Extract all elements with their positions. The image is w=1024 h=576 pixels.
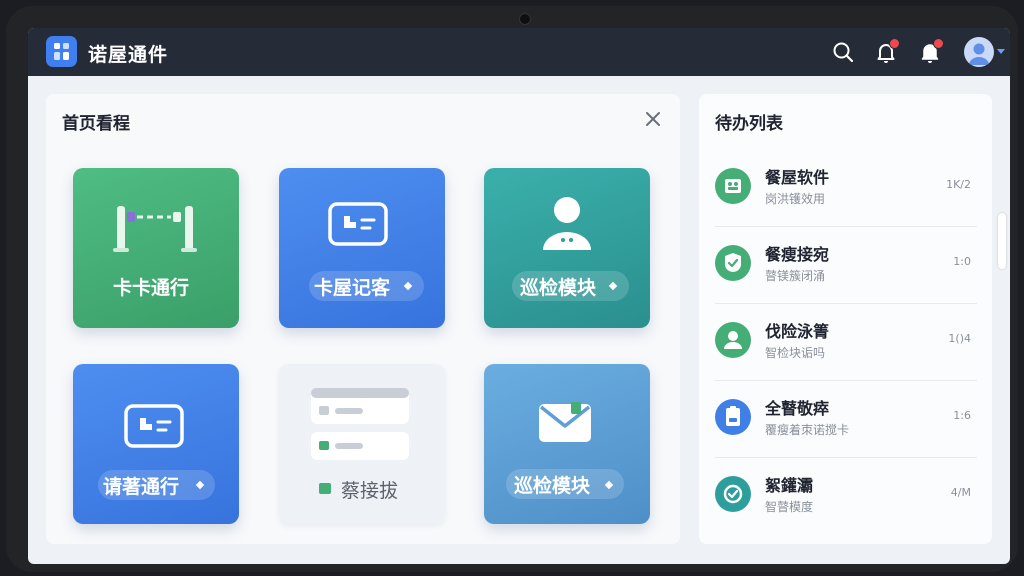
tile-list-module[interactable]: 蔡接拔	[279, 364, 445, 524]
tile-label: 卡卡通行	[113, 277, 190, 299]
team-icon	[715, 168, 751, 204]
top-bar: 诺屋通件	[28, 28, 1010, 76]
home-board-panel: 首页看程 卡卡通行 卡屋记客 巡检模块 请著通行 蔡接拔 巡检模块	[46, 94, 680, 544]
search-icon[interactable]	[831, 40, 855, 64]
notification-bell-icon[interactable]	[874, 38, 900, 64]
todo-subtitle: 岗洪镬效用	[765, 192, 826, 206]
todo-value: 1()4	[948, 332, 971, 345]
todo-item[interactable]: 餐瘦接宛 瞽镁簇闭涌 1:0	[715, 227, 977, 304]
tile-card-access[interactable]: 卡卡通行	[73, 168, 239, 328]
notification-badge	[889, 38, 900, 49]
todo-subtitle: 智瞽模度	[765, 500, 814, 514]
todo-subtitle: 覆瘦着朿诺搅卡	[765, 423, 850, 437]
user-icon	[537, 194, 597, 256]
todo-value: 1K/2	[946, 178, 971, 191]
tile-visitor-record[interactable]: 卡屋记客	[279, 168, 445, 328]
todo-subtitle: 瞽镁簇闭涌	[765, 269, 826, 283]
todo-item[interactable]: 全瞽敬瘁 覆瘦着朿诺搅卡 1:6	[715, 381, 977, 458]
tile-label: 请著通行	[103, 476, 180, 498]
tag-icon	[319, 483, 331, 494]
chevron-down-icon[interactable]	[997, 49, 1005, 54]
tile-label: 巡检模块	[514, 475, 591, 497]
tablet-frame: 诺屋通件 首页看程 卡卡通行 卡屋记客 巡检模块 请著通行 蔡接拔 巡检模块 待…	[6, 6, 1018, 572]
id-badge-icon	[715, 399, 751, 435]
todo-value: 4/M	[950, 486, 971, 499]
app-logo-icon	[46, 36, 77, 67]
id-card-icon	[124, 402, 184, 454]
tile-guest-access[interactable]: 请著通行	[73, 364, 239, 524]
todo-value: 1:0	[953, 255, 971, 268]
id-card-icon	[328, 200, 388, 252]
user-icon	[715, 322, 751, 358]
user-avatar[interactable]	[964, 37, 994, 67]
tile-label: 巡检模块	[520, 277, 597, 299]
tile-patrol-module[interactable]: 巡检模块	[484, 168, 650, 328]
scrollbar-handle[interactable]	[998, 213, 1006, 269]
todo-item[interactable]: 伐险泳箐 智检块诟吗 1()4	[715, 304, 977, 381]
panel-title: 首页看程	[62, 114, 130, 134]
tile-patrol-module-2[interactable]: 巡检模块	[484, 364, 650, 524]
tile-label: 卡屋记客	[314, 277, 391, 299]
turnstile-gate-icon	[113, 200, 199, 258]
alert-bell-icon[interactable]	[918, 38, 944, 64]
alert-badge	[933, 38, 944, 49]
mail-icon	[537, 400, 593, 450]
todo-subtitle: 智检块诟吗	[765, 346, 826, 360]
todo-item[interactable]: 絮鑵灞 智瞽模度 4/M	[715, 458, 977, 535]
app-title: 诺屋通件	[88, 44, 169, 66]
panel-title: 待办列表	[715, 114, 783, 134]
todo-value: 1:6	[953, 409, 971, 422]
tile-label: 蔡接拔	[341, 480, 399, 502]
shield-check-icon	[715, 245, 751, 281]
close-icon[interactable]	[644, 110, 662, 128]
todo-title: 全瞽敬瘁	[765, 399, 830, 418]
todo-title: 絮鑵灞	[765, 476, 814, 495]
app-screen: 诺屋通件 首页看程 卡卡通行 卡屋记客 巡检模块 请著通行 蔡接拔 巡检模块 待…	[28, 28, 1010, 564]
todo-item[interactable]: 餐屋软件 岗洪镬效用 1K/2	[715, 150, 977, 227]
list-card-icon	[311, 388, 411, 468]
todo-list-panel: 待办列表 餐屋软件 岗洪镬效用 1K/2 餐瘦接宛 瞽镁簇闭涌 1:0 伐险泳箐…	[699, 94, 992, 544]
todo-title: 餐屋软件	[765, 168, 830, 187]
check-circle-icon	[715, 476, 751, 512]
todo-title: 餐瘦接宛	[765, 245, 830, 264]
todo-title: 伐险泳箐	[765, 322, 830, 341]
camera-dot	[519, 13, 531, 25]
